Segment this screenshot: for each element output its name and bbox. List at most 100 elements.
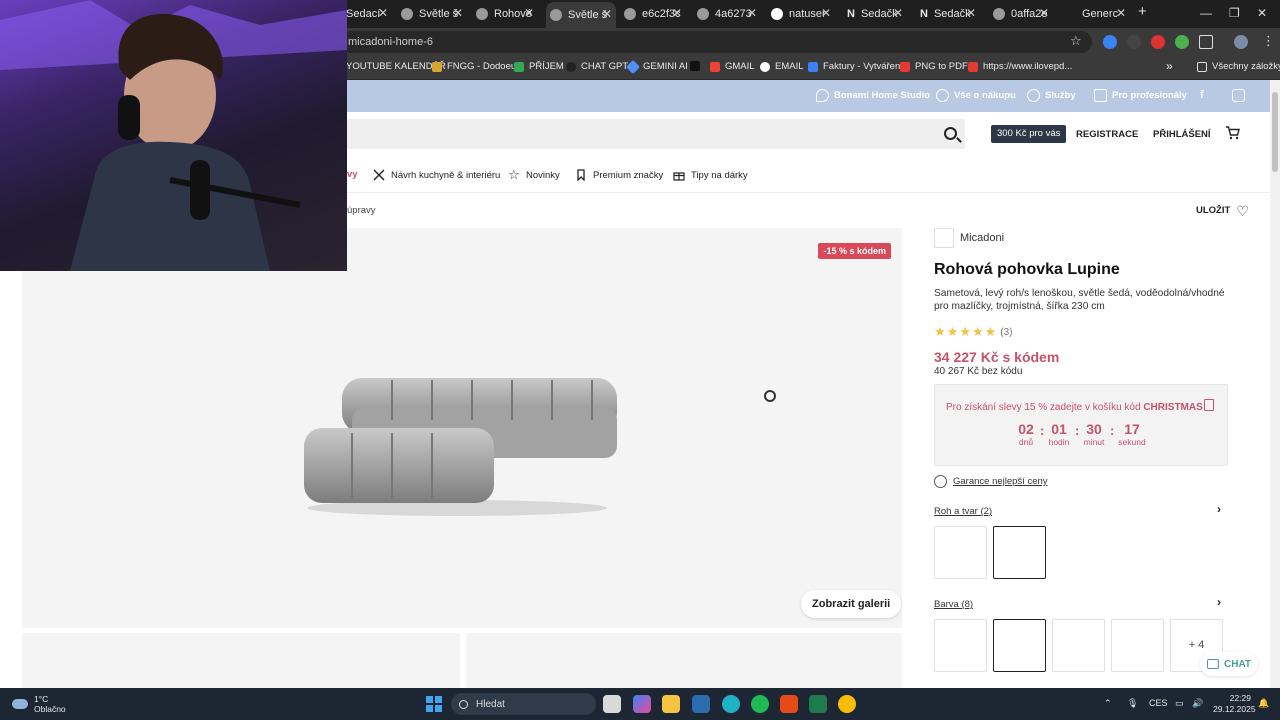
bookmark-item[interactable]: CHAT GPT [566,61,628,72]
nav-item-premium[interactable]: Premium značky [575,169,663,181]
color-option-selected[interactable] [993,619,1046,672]
close-tab-icon[interactable]: ✕ [602,7,612,21]
copy-icon[interactable] [1204,399,1214,411]
gallery-thumbnail[interactable] [466,633,902,688]
tab[interactable]: Světle š ✕ [401,4,467,24]
shape-option-selected[interactable] [993,526,1046,579]
color-option[interactable] [1052,619,1105,672]
professionals-link[interactable]: Pro profesionály [1094,89,1187,102]
bookmark-item[interactable]: Faktury - Vytváření [808,61,903,72]
facebook-icon[interactable]: f [1200,89,1204,101]
extension-icon[interactable] [1127,35,1141,49]
cart-icon[interactable] [1226,126,1240,140]
nav-item-gifts[interactable]: Tipy na dárky [673,169,748,181]
volume-icon[interactable]: 🔊 [1192,698,1203,709]
rating[interactable]: ★ ★ ★ ★ ★ (3) [934,324,1013,340]
tab[interactable]: e6c2f3c ✕ [624,4,686,24]
tab[interactable]: natuser ✕ [771,4,835,24]
bookmark-item[interactable]: PNG to PDF [900,61,968,72]
close-tab-icon[interactable]: ✕ [378,6,388,20]
new-tab-icon[interactable]: + [1138,3,1147,20]
tab-active[interactable]: Světle š ✕ [546,2,616,28]
services-link[interactable]: Služby [1027,89,1076,102]
close-tab-icon[interactable]: ✕ [821,6,831,20]
bookmark-item[interactable]: PŘÍJEM [514,61,564,72]
shape-label[interactable]: Roh a tvar (2) [934,506,992,517]
all-bookmarks[interactable]: Všechny záložky [1197,61,1280,72]
search-icon[interactable] [944,127,957,140]
extension-icon[interactable] [1175,35,1189,49]
color-option[interactable] [1111,619,1164,672]
instagram-icon[interactable] [1232,89,1245,102]
bookmark-item[interactable]: GEMINI AI [625,59,688,74]
chrome-icon[interactable] [838,695,856,713]
chevron-right-icon[interactable]: › [1217,595,1221,609]
restore-icon[interactable]: ❐ [1229,6,1240,20]
task-view-icon[interactable] [603,695,621,713]
network-icon[interactable]: ▭ [1175,698,1184,709]
close-tab-icon[interactable]: ✕ [1039,6,1049,20]
notification-icon[interactable]: 🔔 [1258,698,1269,709]
close-tab-icon[interactable]: ✕ [966,6,976,20]
close-tab-icon[interactable]: ✕ [893,6,903,20]
weather-widget[interactable]: 1°C Oblačno [12,694,66,714]
brand-row[interactable]: Micadoni [934,228,1004,248]
tab[interactable]: Sedací ✕ [346,4,392,24]
search-input[interactable] [347,119,965,149]
close-tab-icon[interactable]: ✕ [672,6,682,20]
start-button[interactable] [426,696,442,712]
page-scrollbar[interactable] [1270,80,1280,688]
microphone-icon[interactable]: 🎙 [1127,698,1138,709]
shopping-info-link[interactable]: Vše o nákupu [936,89,1016,102]
app-icon[interactable] [780,695,798,713]
bookmark-star-icon[interactable]: ☆ [1070,33,1082,49]
url-input[interactable]: micadoni-home-6 [340,31,1092,53]
nav-item-kitchen-design[interactable]: Návrh kuchyně & interiéru [373,169,500,181]
save-button[interactable]: ULOŽIT ♡ [1196,204,1249,218]
more-bookmarks-icon[interactable]: » [1166,59,1173,73]
bookmark-item[interactable]: FNGG - Dodoeu [432,61,516,72]
extensions-puzzle-icon[interactable] [1199,35,1213,49]
edge-icon[interactable] [722,695,740,713]
chat-button[interactable]: CHAT [1200,652,1259,676]
terminal-icon[interactable] [809,695,827,713]
color-option[interactable] [934,619,987,672]
zoom-icon[interactable] [764,390,776,402]
language-indicator[interactable]: CES [1149,698,1168,708]
close-tab-icon[interactable]: ✕ [524,6,534,20]
store-icon[interactable] [692,695,710,713]
promo-badge[interactable]: 300 Kč pro vás [991,125,1067,143]
profile-avatar[interactable] [1234,35,1248,49]
breadcrumb[interactable]: úpravy [347,205,376,216]
color-label[interactable]: Barva (8) [934,599,973,610]
shape-option[interactable] [934,526,987,579]
chevron-right-icon[interactable]: › [1217,502,1221,516]
tab[interactable]: 4a6273 ✕ [697,4,761,24]
bookmark-item[interactable] [690,61,705,71]
login-link[interactable]: PŘIHLÁŠENÍ [1153,129,1211,140]
tab[interactable]: Rohové ✕ [476,4,538,24]
minimize-icon[interactable]: — [1200,6,1212,20]
close-tab-icon[interactable]: ✕ [453,6,463,20]
show-gallery-button[interactable]: Zobrazit galerii [801,590,902,618]
close-window-icon[interactable]: ✕ [1257,6,1267,20]
file-explorer-icon[interactable] [662,695,680,713]
scrollbar-thumb[interactable] [1272,92,1278,172]
nav-item-partial[interactable]: vy [347,169,358,180]
nav-item-new[interactable]: ☆ Novinky [508,168,560,181]
close-tab-icon[interactable]: ✕ [747,6,757,20]
extension-icon[interactable] [1103,35,1117,49]
bookmark-item[interactable]: https://www.ilovepd... [968,61,1072,72]
tray-overflow-icon[interactable]: ⌃ [1104,698,1112,709]
spotify-icon[interactable] [751,695,769,713]
gallery-thumbnail[interactable] [22,633,460,688]
studio-link[interactable]: Bonami Home Studio [816,89,930,102]
price-guarantee-link[interactable]: Garance nejlepší ceny [934,475,1048,488]
copilot-icon[interactable] [633,695,651,713]
tab[interactable]: 0affa2e ✕ [993,4,1053,24]
tab[interactable]: N Sedačk ✕ [847,4,907,24]
extension-icon[interactable] [1151,35,1165,49]
taskbar-search[interactable]: Hledat [451,693,596,715]
tab[interactable]: Generc ✕ [1082,4,1130,24]
menu-dots-icon[interactable]: ⋮ [1262,33,1275,49]
